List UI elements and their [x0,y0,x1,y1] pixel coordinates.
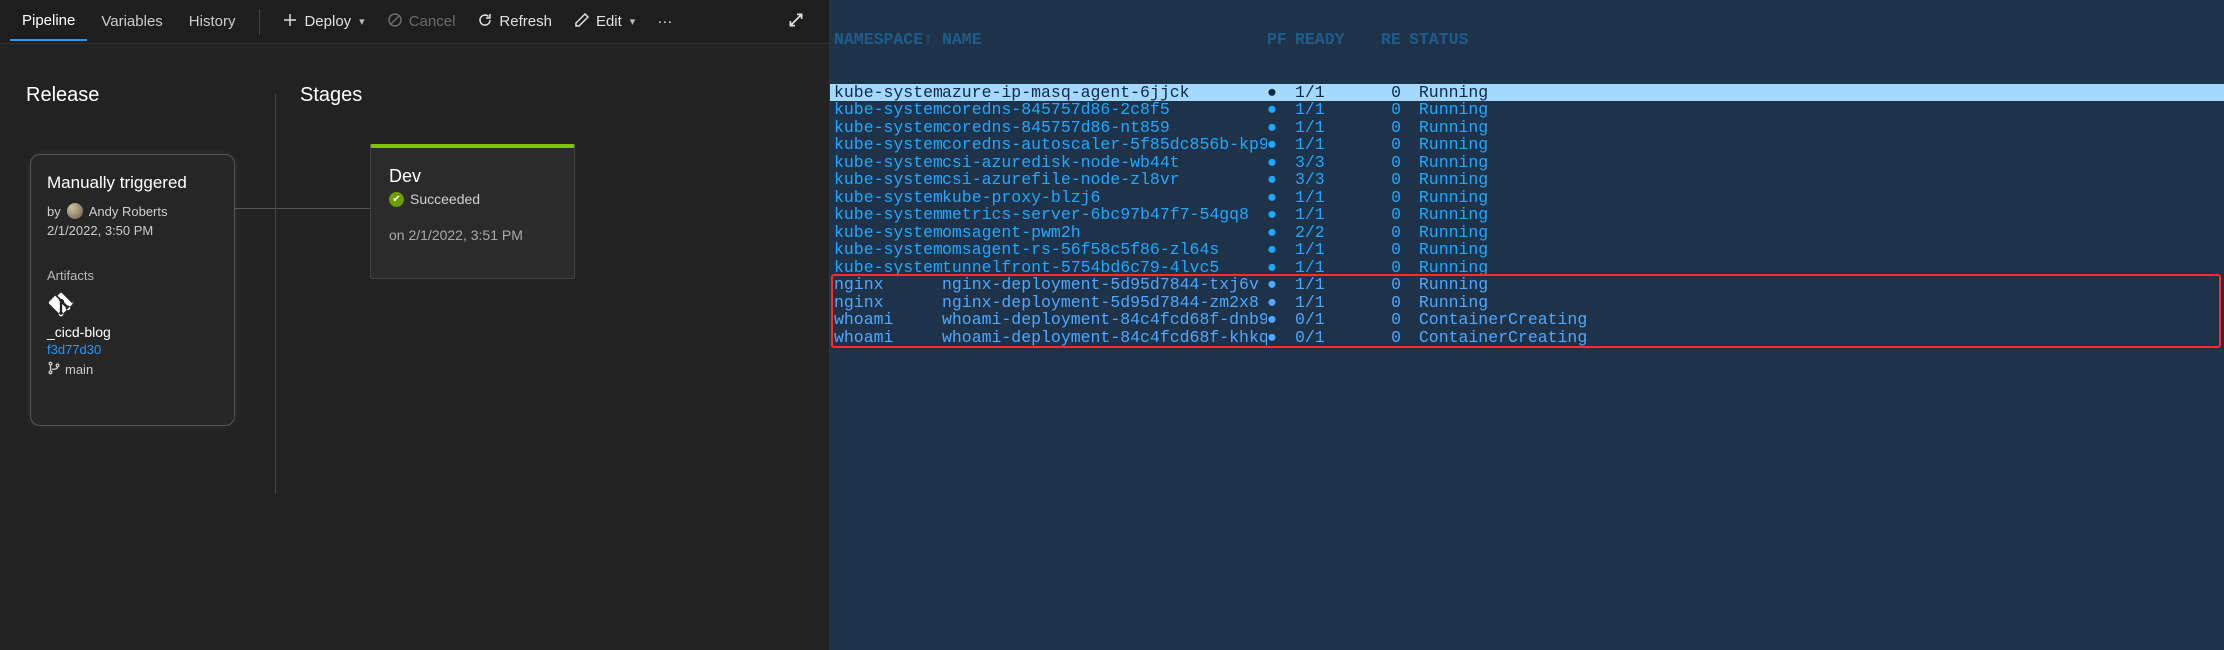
release-section-title: Release [26,84,99,107]
by-prefix: by [47,204,61,219]
connector-line [276,208,370,209]
trigger-title: Manually triggered [47,173,218,193]
on-prefix: on [389,227,405,243]
status-dot-icon [1267,259,1295,277]
completed-time: 2/1/2022, 3:51 PM [408,227,522,243]
pod-row[interactable]: nginxnginx-deployment-5d95d7844-zm2x81/1… [830,294,2224,312]
expand-icon [787,16,805,32]
edit-label: Edit [596,13,622,30]
stages-section-title: Stages [300,84,362,107]
pod-row[interactable]: whoamiwhoami-deployment-84c4fcd68f-dnb9x… [830,311,2224,329]
chevron-down-icon: ▾ [630,15,636,28]
release-timestamp: 2/1/2022, 3:50 PM [47,223,218,238]
avatar [67,203,83,219]
pod-row[interactable]: kube-systemcoredns-845757d86-nt8591/10 R… [830,119,2224,137]
status-dot-icon [1267,189,1295,207]
cancel-icon [387,12,403,32]
pod-row[interactable]: kube-systemcsi-azurefile-node-zl8vr3/30 … [830,171,2224,189]
deploy-button[interactable]: Deploy ▾ [272,6,374,38]
refresh-label: Refresh [499,13,552,30]
pod-row[interactable]: nginxnginx-deployment-5d95d7844-txj6v1/1… [830,276,2224,294]
pod-row[interactable]: kube-systemomsagent-pwm2h2/20 Running [830,224,2224,242]
stage-name: Dev [389,166,556,187]
chevron-down-icon: ▾ [359,15,365,28]
terminal-header-row: NAMESPACE↑ NAME PF READY RESTARTS STATUS [830,31,2224,49]
status-dot-icon [1267,136,1295,154]
refresh-button[interactable]: Refresh [467,6,562,38]
pod-row[interactable]: kube-systemcoredns-845757d86-2c8f51/10 R… [830,101,2224,119]
stage-completed-time: on 2/1/2022, 3:51 PM [389,227,556,243]
pod-row[interactable]: kube-systemazure-ip-masq-agent-6jjck1/10… [830,84,2224,102]
artifacts-label: Artifacts [47,268,218,283]
commit-link[interactable]: f3d77d30 [47,342,218,357]
plus-icon [282,12,298,32]
status-dot-icon [1267,311,1295,329]
cancel-button: Cancel [377,6,466,38]
branch-icon [47,361,61,378]
triggered-by: by Andy Roberts [47,203,218,219]
status-dot-icon [1267,276,1295,294]
terminal-pane[interactable]: NAMESPACE↑ NAME PF READY RESTARTS STATUS… [830,0,2224,650]
status-dot-icon [1267,119,1295,137]
status-dot-icon [1267,241,1295,259]
toolbar-divider [259,9,260,35]
success-icon: ✔ [389,192,404,207]
pencil-icon [574,12,590,32]
tab-variables[interactable]: Variables [89,3,174,40]
fullscreen-button[interactable] [773,3,819,40]
more-button[interactable]: ··· [647,7,682,36]
toolbar: Pipeline Variables History Deploy ▾ Canc… [0,0,829,44]
status-dot-icon [1267,294,1295,312]
stage-card-dev[interactable]: Dev ✔ Succeeded on 2/1/2022, 3:51 PM [370,144,575,279]
status-dot-icon [1267,101,1295,119]
connector-line [235,208,275,209]
branch: main [47,361,218,378]
pod-row[interactable]: kube-systemmetrics-server-6bc97b47f7-54g… [830,206,2224,224]
edit-button[interactable]: Edit ▾ [564,6,645,38]
tab-pipeline[interactable]: Pipeline [10,2,87,41]
pod-row[interactable]: kube-systemcoredns-autoscaler-5f85dc856b… [830,136,2224,154]
refresh-icon [477,12,493,32]
pod-row[interactable]: kube-systemkube-proxy-blzj61/10 Running [830,189,2224,207]
pod-row[interactable]: kube-systemcsi-azuredisk-node-wb44t3/30 … [830,154,2224,172]
branch-name: main [65,362,93,377]
status-dot-icon [1267,154,1295,172]
status-dot-icon [1267,206,1295,224]
status-dot-icon [1267,224,1295,242]
deploy-label: Deploy [304,13,351,30]
stage-status: ✔ Succeeded [389,191,556,207]
pod-row[interactable]: kube-systemtunnelfront-5754bd6c79-4lvc51… [830,259,2224,277]
section-divider [275,94,276,494]
cancel-label: Cancel [409,13,456,30]
pod-row[interactable]: kube-systemomsagent-rs-56f58c5f86-zl64s1… [830,241,2224,259]
tab-history[interactable]: History [177,3,248,40]
status-text: Succeeded [410,191,480,207]
repo-name: _cicd-blog [47,324,218,340]
terminal-body: kube-systemazure-ip-masq-agent-6jjck1/10… [830,84,2224,347]
pod-row[interactable]: whoamiwhoami-deployment-84c4fcd68f-khkqn… [830,329,2224,347]
status-dot-icon [1267,84,1295,102]
release-pipeline-pane: Pipeline Variables History Deploy ▾ Canc… [0,0,830,650]
status-dot-icon [1267,329,1295,347]
status-dot-icon [1267,171,1295,189]
user-name: Andy Roberts [89,204,168,219]
pipeline-canvas[interactable]: Release Stages Manually triggered by And… [0,44,829,650]
more-icon: ··· [657,13,672,30]
git-icon [47,291,218,322]
release-card[interactable]: Manually triggered by Andy Roberts 2/1/2… [30,154,235,426]
